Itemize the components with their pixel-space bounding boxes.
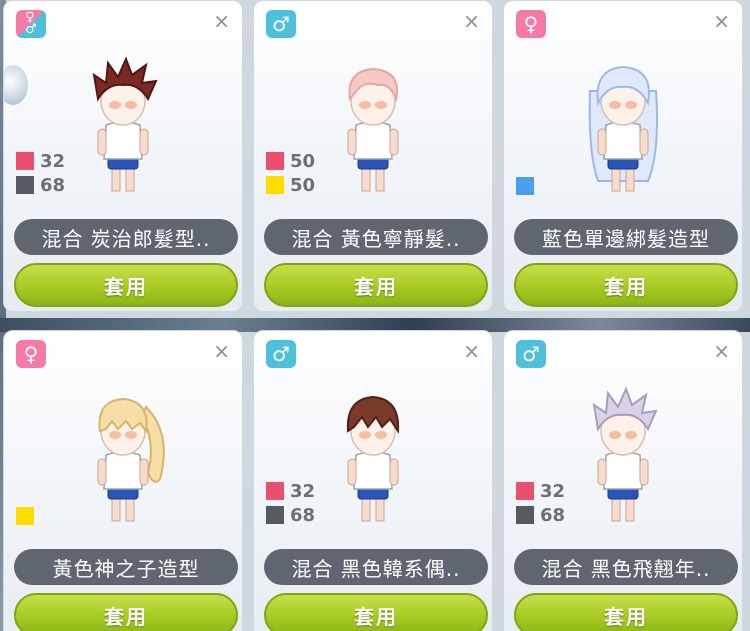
avatar-arm [639,458,649,486]
avatar-shirt [353,121,393,160]
female-icon: ♀ [516,10,546,38]
color-mix-stats: 32 68 [16,149,65,197]
hair-card-3: ♀ × 藍色單邊綁髮造型 套用 [503,0,743,312]
avatar-preview [346,395,400,522]
color-swatch [16,507,34,525]
avatar-preview [97,397,165,522]
mix-row: 68 [516,503,565,527]
avatar-arm [97,128,107,156]
avatar-shirt [103,121,143,160]
mix-percent: 68 [540,504,566,526]
avatar-preview [92,56,158,192]
hair-name-label: 混合 黑色韓系偶.. [264,549,488,585]
color-mix-stats: 50 50 [266,149,315,197]
avatar-arm [389,458,399,486]
avatar-shirt [603,451,643,490]
color-swatch [16,176,34,194]
mix-row: 68 [16,173,65,197]
color-swatch [516,506,534,524]
avatar-arm [639,128,649,156]
mix-percent: 50 [290,150,316,172]
avatar-shirt [353,451,393,490]
avatar-preview [588,65,658,192]
avatar-blush [125,101,137,109]
avatar-arm [139,128,149,156]
avatar-arm [139,458,149,486]
hair-name-label: 混合 黃色寧靜髮.. [264,219,488,255]
apply-button[interactable]: 套用 [14,593,238,631]
mix-row: 50 [266,173,315,197]
color-mix-stats: 32 68 [516,479,565,527]
male-icon: ♂ [266,340,296,368]
avatar-arm [347,128,357,156]
mix-percent: 68 [40,174,66,196]
mix-percent: 50 [290,174,316,196]
avatar-shirt [103,451,143,490]
close-icon[interactable]: × [463,339,480,363]
avatar-blush [109,101,121,109]
color-swatch [516,482,534,500]
hair-card-5: ♂ × 32 68 混合 黑色韓系偶.. 套用 [253,330,493,631]
avatar-blush [625,101,637,109]
mix-row: 68 [266,503,315,527]
apply-button[interactable]: 套用 [514,593,738,631]
hair-card-1: ♀ ♂ × 32 68 混合 炭治郎髮型.. 套用 [3,0,243,312]
color-swatch [266,482,284,500]
hair-card-4: ♀ × 黃色神之子造型 套用 [3,330,243,631]
avatar-preview [592,386,658,522]
avatar-blush [359,101,371,109]
mix-row: 32 [516,479,565,503]
mix-row: 32 [266,479,315,503]
color-swatch [16,152,34,170]
apply-button[interactable]: 套用 [514,263,738,307]
hair-name-label: 藍色單邊綁髮造型 [514,219,738,255]
mix-row: 32 [16,149,65,173]
avatar-blush [375,431,387,439]
hair-card-6: ♂ × 32 68 混合 黑色飛翹年.. 套用 [503,330,743,631]
mix-percent: 32 [290,480,316,502]
mix-row: 50 [266,149,315,173]
avatar-arm [347,458,357,486]
close-icon[interactable]: × [713,339,730,363]
mix-percent: 32 [40,150,66,172]
avatar-shirt [603,121,643,160]
avatar-blush [125,431,137,439]
close-icon[interactable]: × [713,9,730,33]
apply-button[interactable]: 套用 [14,263,238,307]
avatar-blush [375,101,387,109]
close-icon[interactable]: × [213,339,230,363]
close-icon[interactable]: × [463,9,480,33]
unisex-icon: ♀ ♂ [16,10,46,38]
avatar-arm [97,458,107,486]
avatar-arm [389,128,399,156]
avatar-blush [625,431,637,439]
color-swatch [266,152,284,170]
male-icon: ♂ [516,340,546,368]
close-icon[interactable]: × [213,9,230,33]
color-mix-stats: 32 68 [266,479,315,527]
color-swatch [266,506,284,524]
avatar-blush [109,431,121,439]
female-icon: ♀ [16,340,46,368]
hair-card-2: ♂ × 50 50 混合 黃色寧靜髮.. 套用 [253,0,493,312]
color-swatch [516,177,534,195]
male-icon: ♂ [266,10,296,38]
avatar-blush [609,431,621,439]
avatar-preview [347,67,399,192]
hair-name-label: 混合 黑色飛翹年.. [514,549,738,585]
hair-name-label: 混合 炭治郎髮型.. [14,219,238,255]
mix-percent: 32 [540,480,566,502]
avatar-arm [597,128,607,156]
hair-name-label: 黃色神之子造型 [14,549,238,585]
mix-percent: 68 [290,504,316,526]
avatar-blush [609,101,621,109]
color-swatch [266,176,284,194]
decorative-bubble [4,65,28,105]
apply-button[interactable]: 套用 [264,593,488,631]
avatar-arm [597,458,607,486]
avatar-blush [359,431,371,439]
apply-button[interactable]: 套用 [264,263,488,307]
